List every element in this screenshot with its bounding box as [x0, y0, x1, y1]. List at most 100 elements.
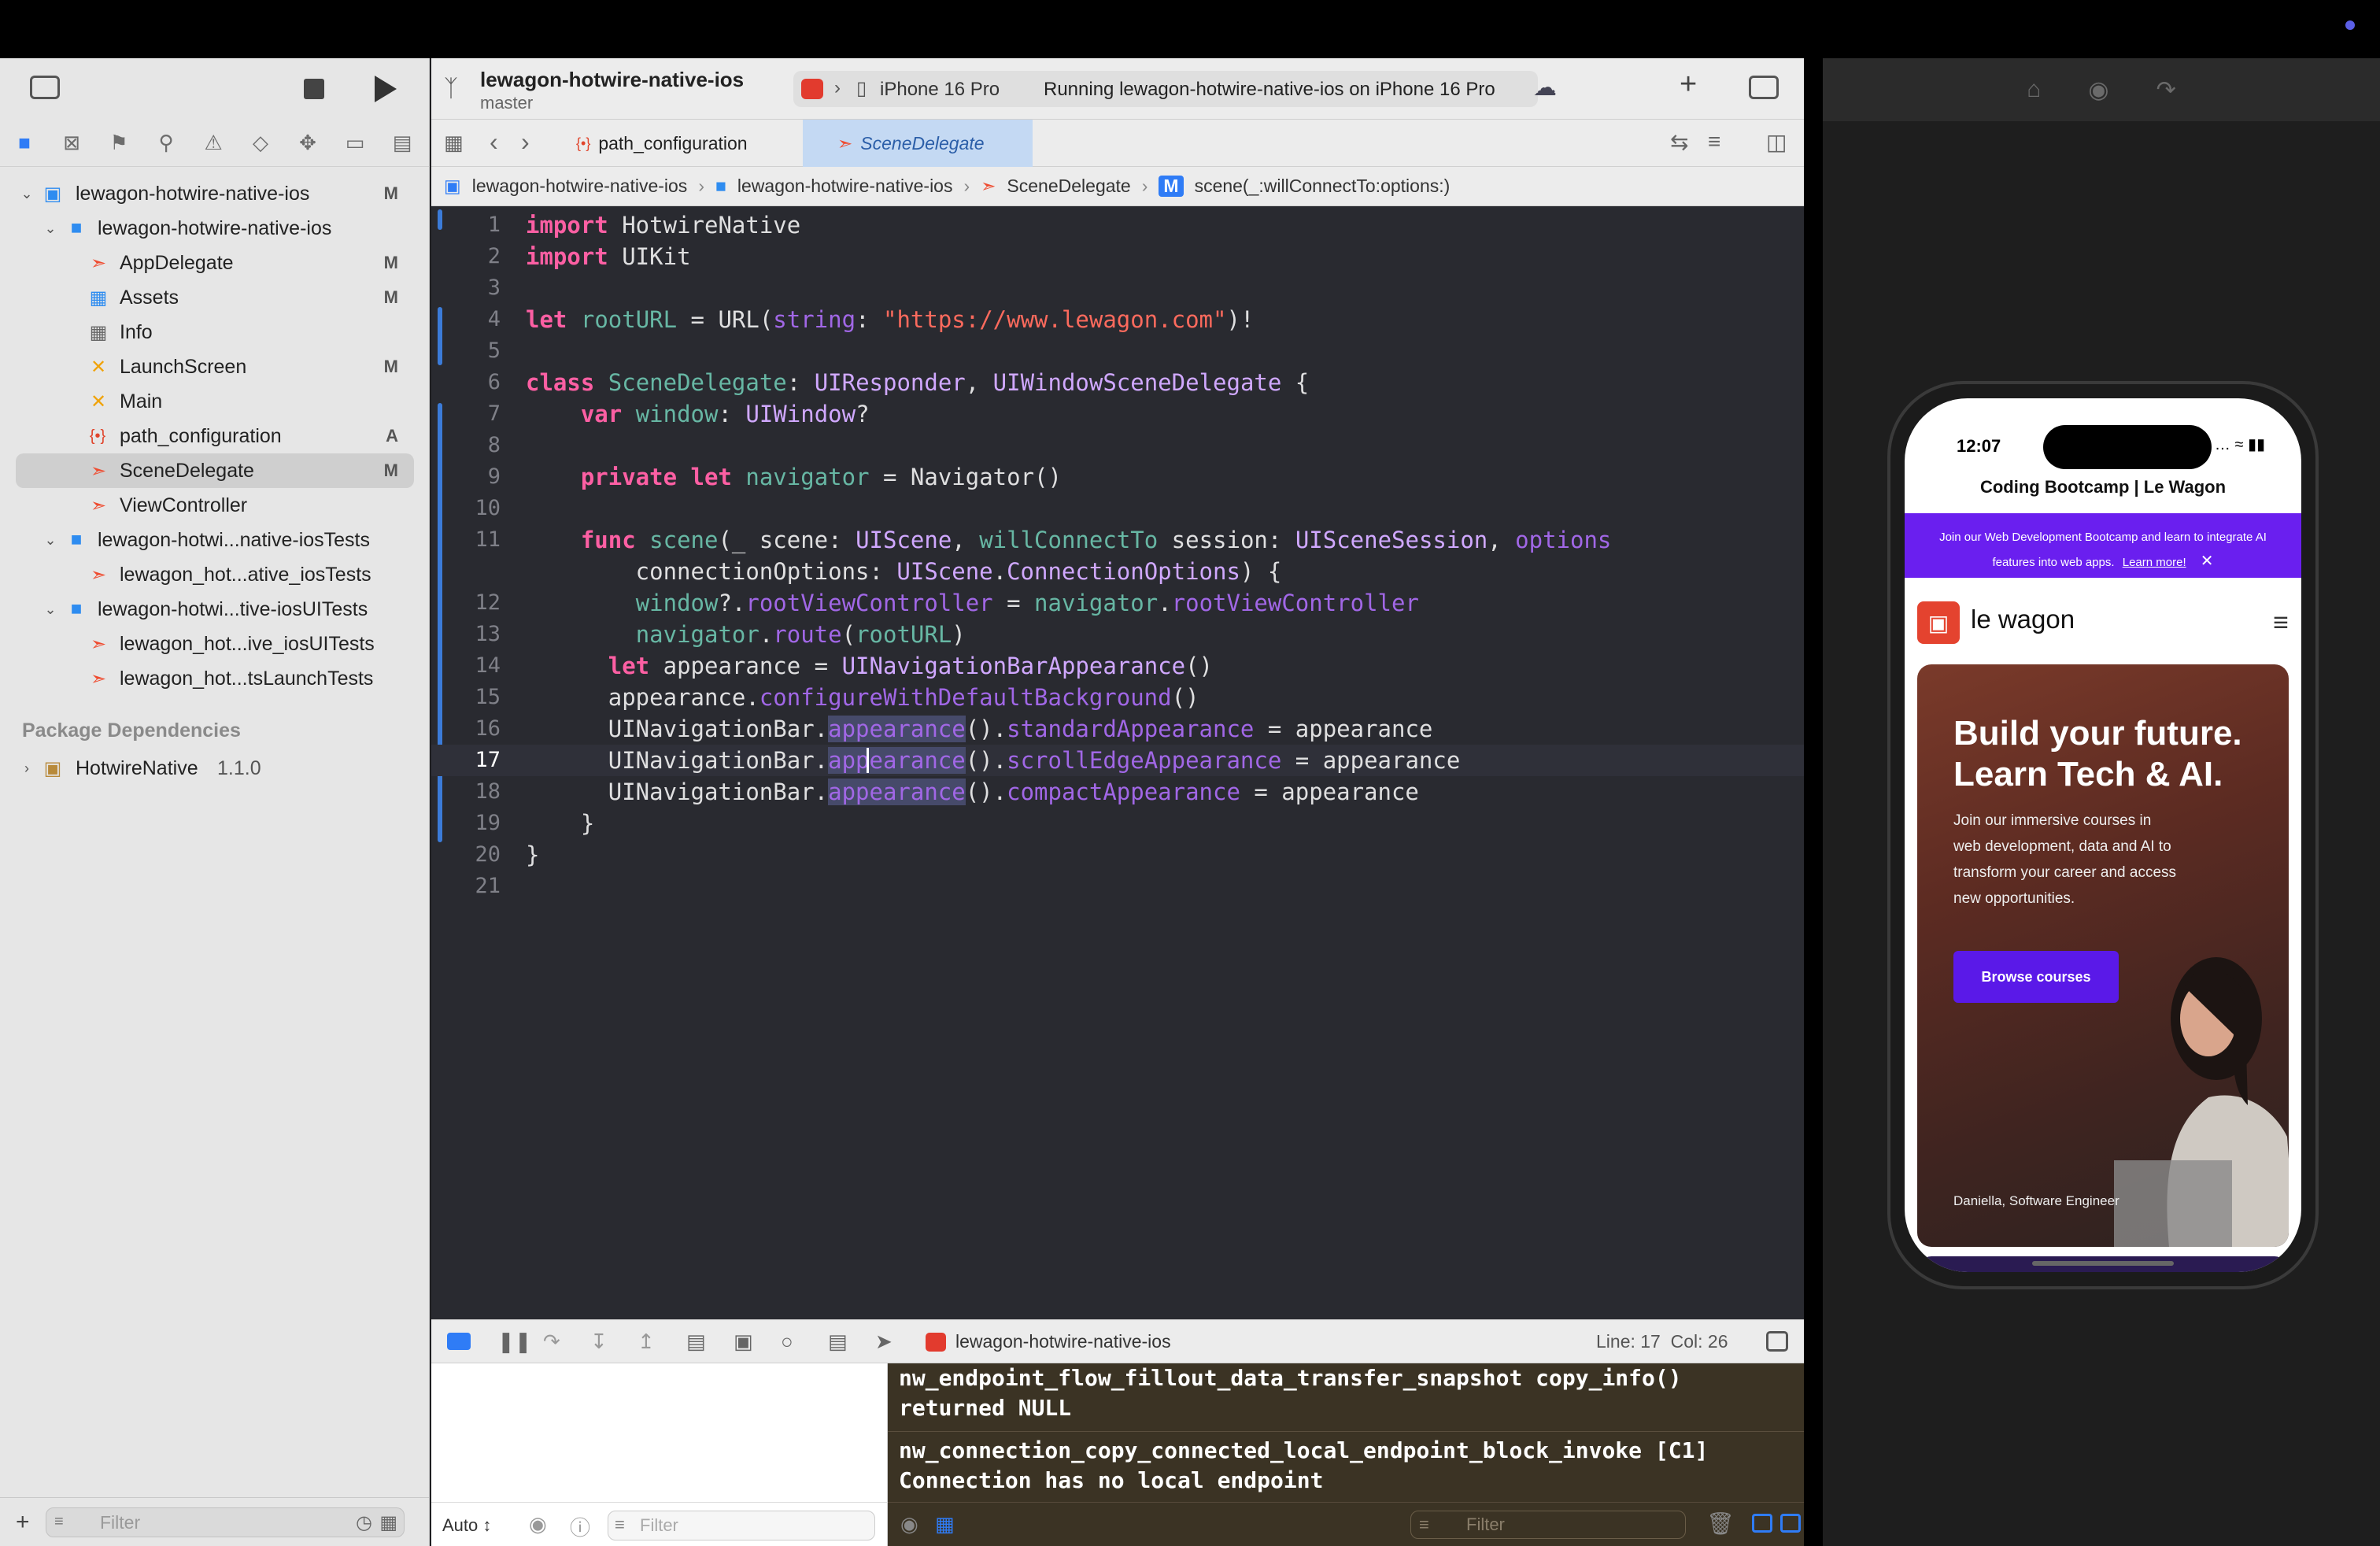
step-over-icon[interactable]: ↷ [543, 1330, 560, 1354]
chevron-down-icon[interactable]: ⌄ [17, 186, 36, 202]
tree-row-file[interactable]: ➣ lewagon_hot...ative_iosTests [0, 557, 430, 592]
chevron-down-icon[interactable]: ⌄ [41, 532, 60, 549]
menu-icon[interactable]: ≡ [2273, 608, 2289, 638]
sidebar-toggle-icon[interactable] [30, 76, 60, 99]
tree-row-file[interactable]: ▦ Assets M [0, 280, 430, 315]
right-panel-icon[interactable] [1780, 1514, 1801, 1533]
left-panel-icon[interactable] [1752, 1514, 1772, 1533]
folder-icon: ■ [70, 217, 83, 239]
brand-name[interactable]: le wagon [1971, 605, 2075, 634]
run-button[interactable] [375, 76, 397, 102]
sidebar-bottom-bar: + ≡ Filter ◷ ▦ [0, 1497, 430, 1546]
inspector-toggle-icon[interactable] [1749, 76, 1779, 99]
stop-button[interactable] [304, 79, 324, 99]
tree-row-file[interactable]: ▦ Info [0, 315, 430, 350]
tree-row-group[interactable]: ⌄ ■ lewagon-hotwire-native-ios [0, 211, 430, 246]
tree-row-package[interactable]: › ▣ HotwireNative 1.1.0 [0, 751, 430, 786]
info-icon[interactable]: ⓘ [570, 1512, 590, 1541]
tree-row-file[interactable]: {•} path_configuration A [0, 419, 430, 453]
tree-row-file[interactable]: ➣ lewagon_hot...ive_iosUITests [0, 627, 430, 661]
source-control-icon[interactable]: ⊠ [58, 130, 85, 157]
banner-text: Join our Web Development Bootcamp and le… [1939, 531, 2267, 569]
chevron-right-icon[interactable]: › [17, 760, 36, 777]
tree-row-file[interactable]: ✕ LaunchScreen M [0, 350, 430, 384]
chevron-down-icon[interactable]: ⌄ [41, 601, 60, 618]
tab-scenedelegate[interactable]: ➣ SceneDelegate [803, 120, 1033, 167]
bookmark-icon[interactable]: ⚑ [105, 130, 132, 157]
le-wagon-logo-icon[interactable]: ▣ [1917, 601, 1960, 644]
graph-icon[interactable]: ○ [781, 1330, 793, 1354]
close-icon[interactable]: ✕ [2201, 553, 2214, 570]
auto-selector[interactable]: Auto ↕ [442, 1515, 491, 1536]
source-editor[interactable]: 1 import HotwireNative 2 import UIKit 3 4 l… [431, 206, 1804, 1319]
breadcrumb-item[interactable]: SceneDelegate [1007, 176, 1130, 197]
refresh-icon[interactable]: ⇆ [1670, 129, 1688, 155]
tree-row-project[interactable]: ⌄ ▣ lewagon-hotwire-native-ios M [0, 176, 430, 211]
console-filter-input[interactable]: ≡ Filter [1410, 1511, 1686, 1539]
back-icon[interactable]: ‹ [490, 128, 498, 157]
eye-icon[interactable]: ◉ [900, 1512, 918, 1537]
screenshot-icon[interactable]: ◉ [2088, 76, 2108, 104]
status-badge: M [383, 460, 398, 480]
breadcrumb-item[interactable]: lewagon-hotwire-native-ios [737, 176, 953, 197]
navigator-filter-input[interactable]: ≡ Filter ◷ ▦ [46, 1507, 405, 1537]
console-output[interactable]: nw_endpoint_flow_fillout_data_transfer_s… [888, 1363, 1804, 1546]
home-icon[interactable]: ⌂ [2027, 76, 2041, 103]
scheme-selector[interactable]: › ▯ iPhone 16 Pro Running lewagon-hotwir… [793, 71, 1538, 107]
add-button[interactable]: + [1680, 68, 1697, 102]
breakpoint-icon[interactable]: ▭ [342, 130, 368, 157]
grid-icon[interactable]: ▦ [444, 131, 464, 155]
memory-graph-icon[interactable]: ▣ [734, 1330, 753, 1354]
person-photo [2114, 957, 2289, 1247]
search-icon[interactable]: ⚲ [153, 130, 179, 157]
eye-icon[interactable]: ◉ [529, 1512, 547, 1537]
chevron-right-icon: › [698, 176, 704, 196]
panel-toggle-icon[interactable] [1766, 1331, 1788, 1352]
tree-row-file[interactable]: ➣ AppDelegate M [0, 246, 430, 280]
phone-screen[interactable]: 12:07 … ≈ ▮▮ Coding Bootcamp | Le Wagon … [1905, 398, 2301, 1272]
rotate-icon[interactable]: ↷ [2156, 76, 2176, 104]
debug-icon[interactable]: ✥ [294, 130, 321, 157]
filter-icon: ≡ [1419, 1515, 1429, 1534]
options-icon[interactable]: ▦ [935, 1512, 955, 1537]
folder-icon[interactable]: ■ [11, 130, 38, 157]
environment-icon[interactable]: ▤ [828, 1330, 848, 1354]
tree-label: lewagon_hot...ive_iosUITests [120, 632, 375, 655]
device-selector[interactable]: iPhone 16 Pro [880, 79, 1000, 101]
tree-row-file[interactable]: ➣ lewagon_hot...tsLaunchTests [0, 661, 430, 696]
chevron-down-icon[interactable]: ⌄ [41, 220, 60, 237]
code-line: 13 navigator.route(rootURL) [431, 619, 1804, 650]
view-hierarchy-icon[interactable]: ▤ [686, 1330, 706, 1354]
trash-icon[interactable]: 🗑 [1706, 1511, 1735, 1537]
warning-icon[interactable]: ⚠ [200, 130, 227, 157]
forward-icon[interactable]: › [521, 128, 530, 157]
location-icon[interactable]: ➤ [875, 1330, 893, 1354]
options-icon[interactable]: ≡ [1708, 129, 1720, 154]
tab-path-configuration[interactable]: {•} path_configuration [576, 120, 789, 167]
step-in-icon[interactable]: ↧ [590, 1330, 608, 1354]
split-editor-icon[interactable]: ◫ [1766, 129, 1787, 155]
package-dependencies-header: Package Dependencies [22, 719, 241, 742]
home-indicator[interactable] [2032, 1261, 2174, 1266]
tree-row-file[interactable]: ➣ ViewController [0, 488, 430, 523]
breadcrumb-item[interactable]: scene(_:willConnectTo:options:) [1195, 176, 1451, 197]
breakpoints-toggle-icon[interactable] [447, 1333, 471, 1350]
tree-row-file-selected[interactable]: ➣ SceneDelegate M [16, 453, 414, 488]
breadcrumb-item[interactable]: lewagon-hotwire-native-ios [472, 176, 688, 197]
tree-row-file[interactable]: ✕ Main [0, 384, 430, 419]
step-out-icon[interactable]: ↥ [638, 1330, 655, 1354]
scope-icon[interactable]: ▦ [379, 1511, 397, 1534]
tree-row-group[interactable]: ⌄ ■ lewagon-hotwi...native-iosTests [0, 523, 430, 557]
activity-status: Running lewagon-hotwire-native-ios on iP… [1044, 79, 1495, 100]
banner-link[interactable]: Learn more! [2123, 556, 2186, 569]
vars-filter-input[interactable]: ≡ Filter [608, 1511, 875, 1540]
report-icon[interactable]: ▤ [389, 130, 416, 157]
clock-icon[interactable]: ◷ [356, 1511, 372, 1534]
test-icon[interactable]: ◇ [247, 130, 274, 157]
tree-label: Info [120, 320, 153, 343]
add-icon[interactable]: + [16, 1509, 30, 1536]
pause-icon[interactable]: ❚❚ [497, 1330, 532, 1354]
cursor-position: Line: 17 Col: 26 [1596, 1331, 1728, 1352]
tree-row-group[interactable]: ⌄ ■ lewagon-hotwi...tive-iosUITests [0, 592, 430, 627]
browse-courses-button[interactable]: Browse courses [1953, 951, 2119, 1003]
